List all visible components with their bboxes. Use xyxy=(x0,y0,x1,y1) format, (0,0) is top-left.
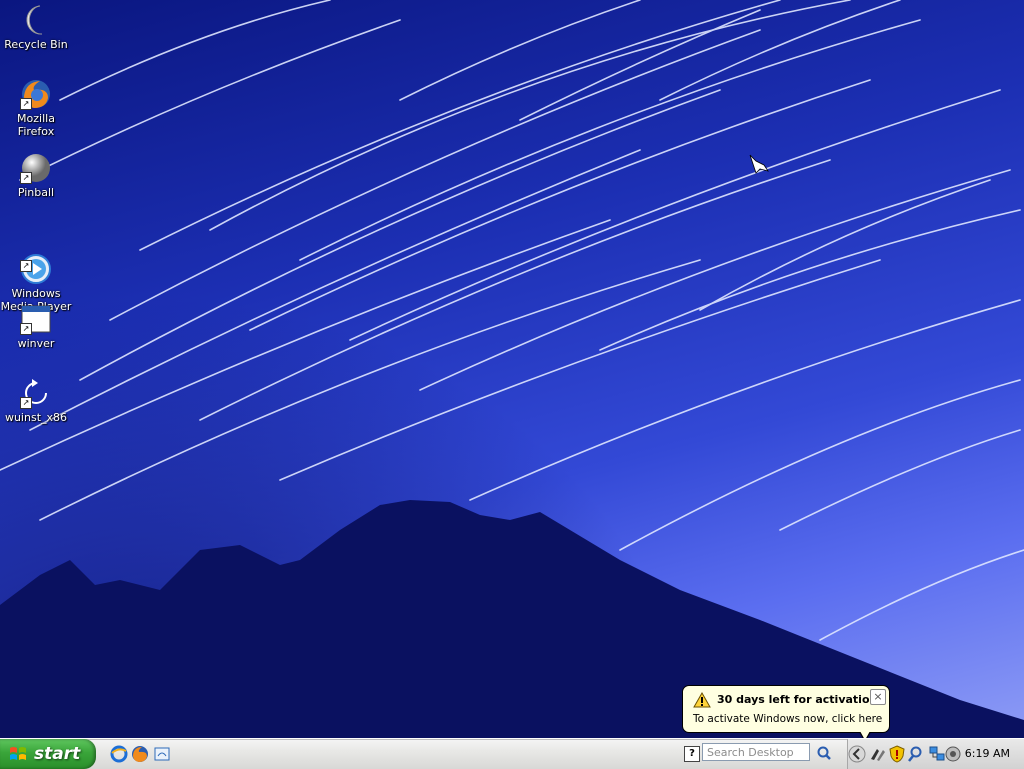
start-button[interactable]: start xyxy=(0,739,96,769)
space-shuttle-cursor xyxy=(749,154,769,174)
desktop-icon-wuinst-x86[interactable]: ↗ wuinst_x86 xyxy=(0,377,72,424)
help-button[interactable]: ? xyxy=(684,746,700,762)
warning-icon xyxy=(693,692,711,708)
shortcut-arrow-icon: ↗ xyxy=(20,260,32,272)
desktop-icon-label: Pinball xyxy=(17,186,55,199)
refresh-icon: ↗ xyxy=(20,377,52,409)
recycle-bin-icon xyxy=(20,4,52,36)
firefox-icon: ↗ xyxy=(20,78,52,110)
desktop-icon-pinball[interactable]: ↗ Pinball xyxy=(0,152,72,199)
chevron-left-icon[interactable] xyxy=(848,745,866,763)
show-desktop-icon[interactable] xyxy=(153,745,171,763)
desktop-icon-label: Mozilla Firefox xyxy=(17,112,55,138)
windows-flag-icon xyxy=(10,747,26,760)
desktop-icon-winver[interactable]: ↗ winver xyxy=(0,303,72,350)
security-shield-icon[interactable] xyxy=(888,745,906,763)
search-icon[interactable] xyxy=(816,745,832,761)
clock[interactable]: 6:19 AM xyxy=(965,747,1010,760)
shortcut-arrow-icon: ↗ xyxy=(20,98,32,110)
start-label: start xyxy=(34,744,81,764)
search-desktop-input[interactable]: Search Desktop xyxy=(702,743,810,761)
activation-keys-icon[interactable] xyxy=(868,745,886,763)
internet-explorer-icon[interactable] xyxy=(110,745,128,763)
pinball-icon: ↗ xyxy=(20,152,52,184)
volume-icon[interactable] xyxy=(944,745,962,763)
desktop-icon-label: wuinst_x86 xyxy=(4,411,68,424)
desktop-icon-windows-media-player[interactable]: ↗ Windows Media Player xyxy=(0,227,72,313)
window-icon: ↗ xyxy=(20,303,52,335)
taskbar: start ? Search Desktop 6:19 AM xyxy=(0,738,1024,769)
shortcut-arrow-icon: ↗ xyxy=(20,397,32,409)
desktop-icon-recycle-bin[interactable]: Recycle Bin xyxy=(0,4,72,51)
media-player-icon: ↗ xyxy=(20,240,52,284)
shortcut-arrow-icon: ↗ xyxy=(20,172,32,184)
system-tray: 6:19 AM xyxy=(847,739,1024,769)
wallpaper xyxy=(0,0,1024,738)
balloon-activate-link[interactable]: To activate Windows now, click here xyxy=(693,713,882,725)
desktop[interactable]: Recycle Bin ↗ Mozilla Firefox ↗ Pinball … xyxy=(0,0,1024,738)
desktop-search-tray-icon[interactable] xyxy=(908,745,926,763)
desktop-icon-label: winver xyxy=(17,337,55,350)
firefox-quicklaunch-icon[interactable] xyxy=(131,745,149,763)
balloon-title: 30 days left for activation xyxy=(717,693,878,706)
shortcut-arrow-icon: ↗ xyxy=(20,323,32,335)
activation-balloon[interactable]: 30 days left for activation To activate … xyxy=(682,685,890,742)
balloon-close-button[interactable]: × xyxy=(870,689,886,705)
desktop-icon-mozilla-firefox[interactable]: ↗ Mozilla Firefox xyxy=(0,78,72,138)
desktop-icon-label: Recycle Bin xyxy=(4,38,68,51)
